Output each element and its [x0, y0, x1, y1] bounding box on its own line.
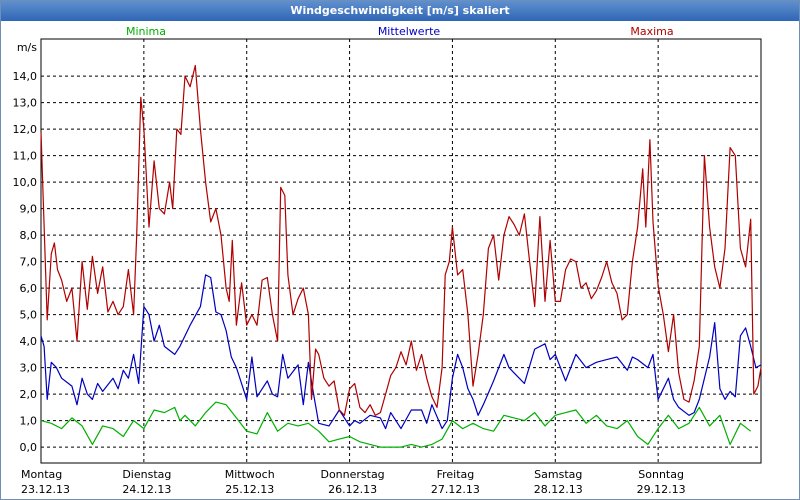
x-tick-date: 24.12.13 — [122, 483, 171, 496]
y-tick-label: 2,0 — [20, 388, 38, 401]
legend-mittelwerte: Mittelwerte — [378, 25, 441, 38]
y-tick-label: 1,0 — [20, 415, 38, 428]
y-tick-label: 12,0 — [13, 123, 38, 136]
x-tick-date: 27.12.13 — [431, 483, 480, 496]
y-tick-label: 3,0 — [20, 362, 38, 375]
x-tick-day: Freitag — [437, 468, 475, 481]
x-tick-date: 29.12.13 — [637, 483, 686, 496]
x-tick-day: Mittwoch — [225, 468, 275, 481]
y-tick-label: 4,0 — [20, 335, 38, 348]
y-axis-label: m/s — [17, 41, 37, 54]
x-tick-date: 28.12.13 — [534, 483, 583, 496]
x-tick-day: Montag — [21, 468, 62, 481]
window-title: Windgeschwindigkeit [m/s] skaliert — [1, 1, 799, 21]
x-tick-date: 26.12.13 — [328, 483, 377, 496]
y-tick-label: 10,0 — [13, 176, 38, 189]
y-tick-label: 6,0 — [20, 282, 38, 295]
x-tick-day: Dienstag — [122, 468, 171, 481]
x-tick-date: 23.12.13 — [21, 483, 70, 496]
y-tick-label: 0,0 — [20, 441, 38, 454]
y-tick-label: 11,0 — [13, 150, 38, 163]
x-tick-day: Donnerstag — [320, 468, 384, 481]
legend-maxima: Maxima — [630, 25, 673, 38]
y-tick-label: 9,0 — [20, 203, 38, 216]
x-tick-day: Samstag — [534, 468, 582, 481]
y-tick-label: 14,0 — [13, 70, 38, 83]
x-tick-date: 25.12.13 — [225, 483, 274, 496]
y-tick-label: 5,0 — [20, 309, 38, 322]
x-tick-day: Sonntag — [638, 468, 684, 481]
chart-svg: 0,0 1,0 2,0 3,0 4,0 5,0 6,0 7,0 8,0 9,0 10,0 11,0 12… — [13, 25, 762, 496]
y-tick-label: 7,0 — [20, 256, 38, 269]
y-tick-label: 8,0 — [20, 229, 38, 242]
y-tick-label: 13,0 — [13, 97, 38, 110]
legend-minima: Minima — [126, 25, 166, 38]
chart-window: Windgeschwindigkeit [m/s] skaliert 0,0 1,… — [0, 0, 800, 500]
